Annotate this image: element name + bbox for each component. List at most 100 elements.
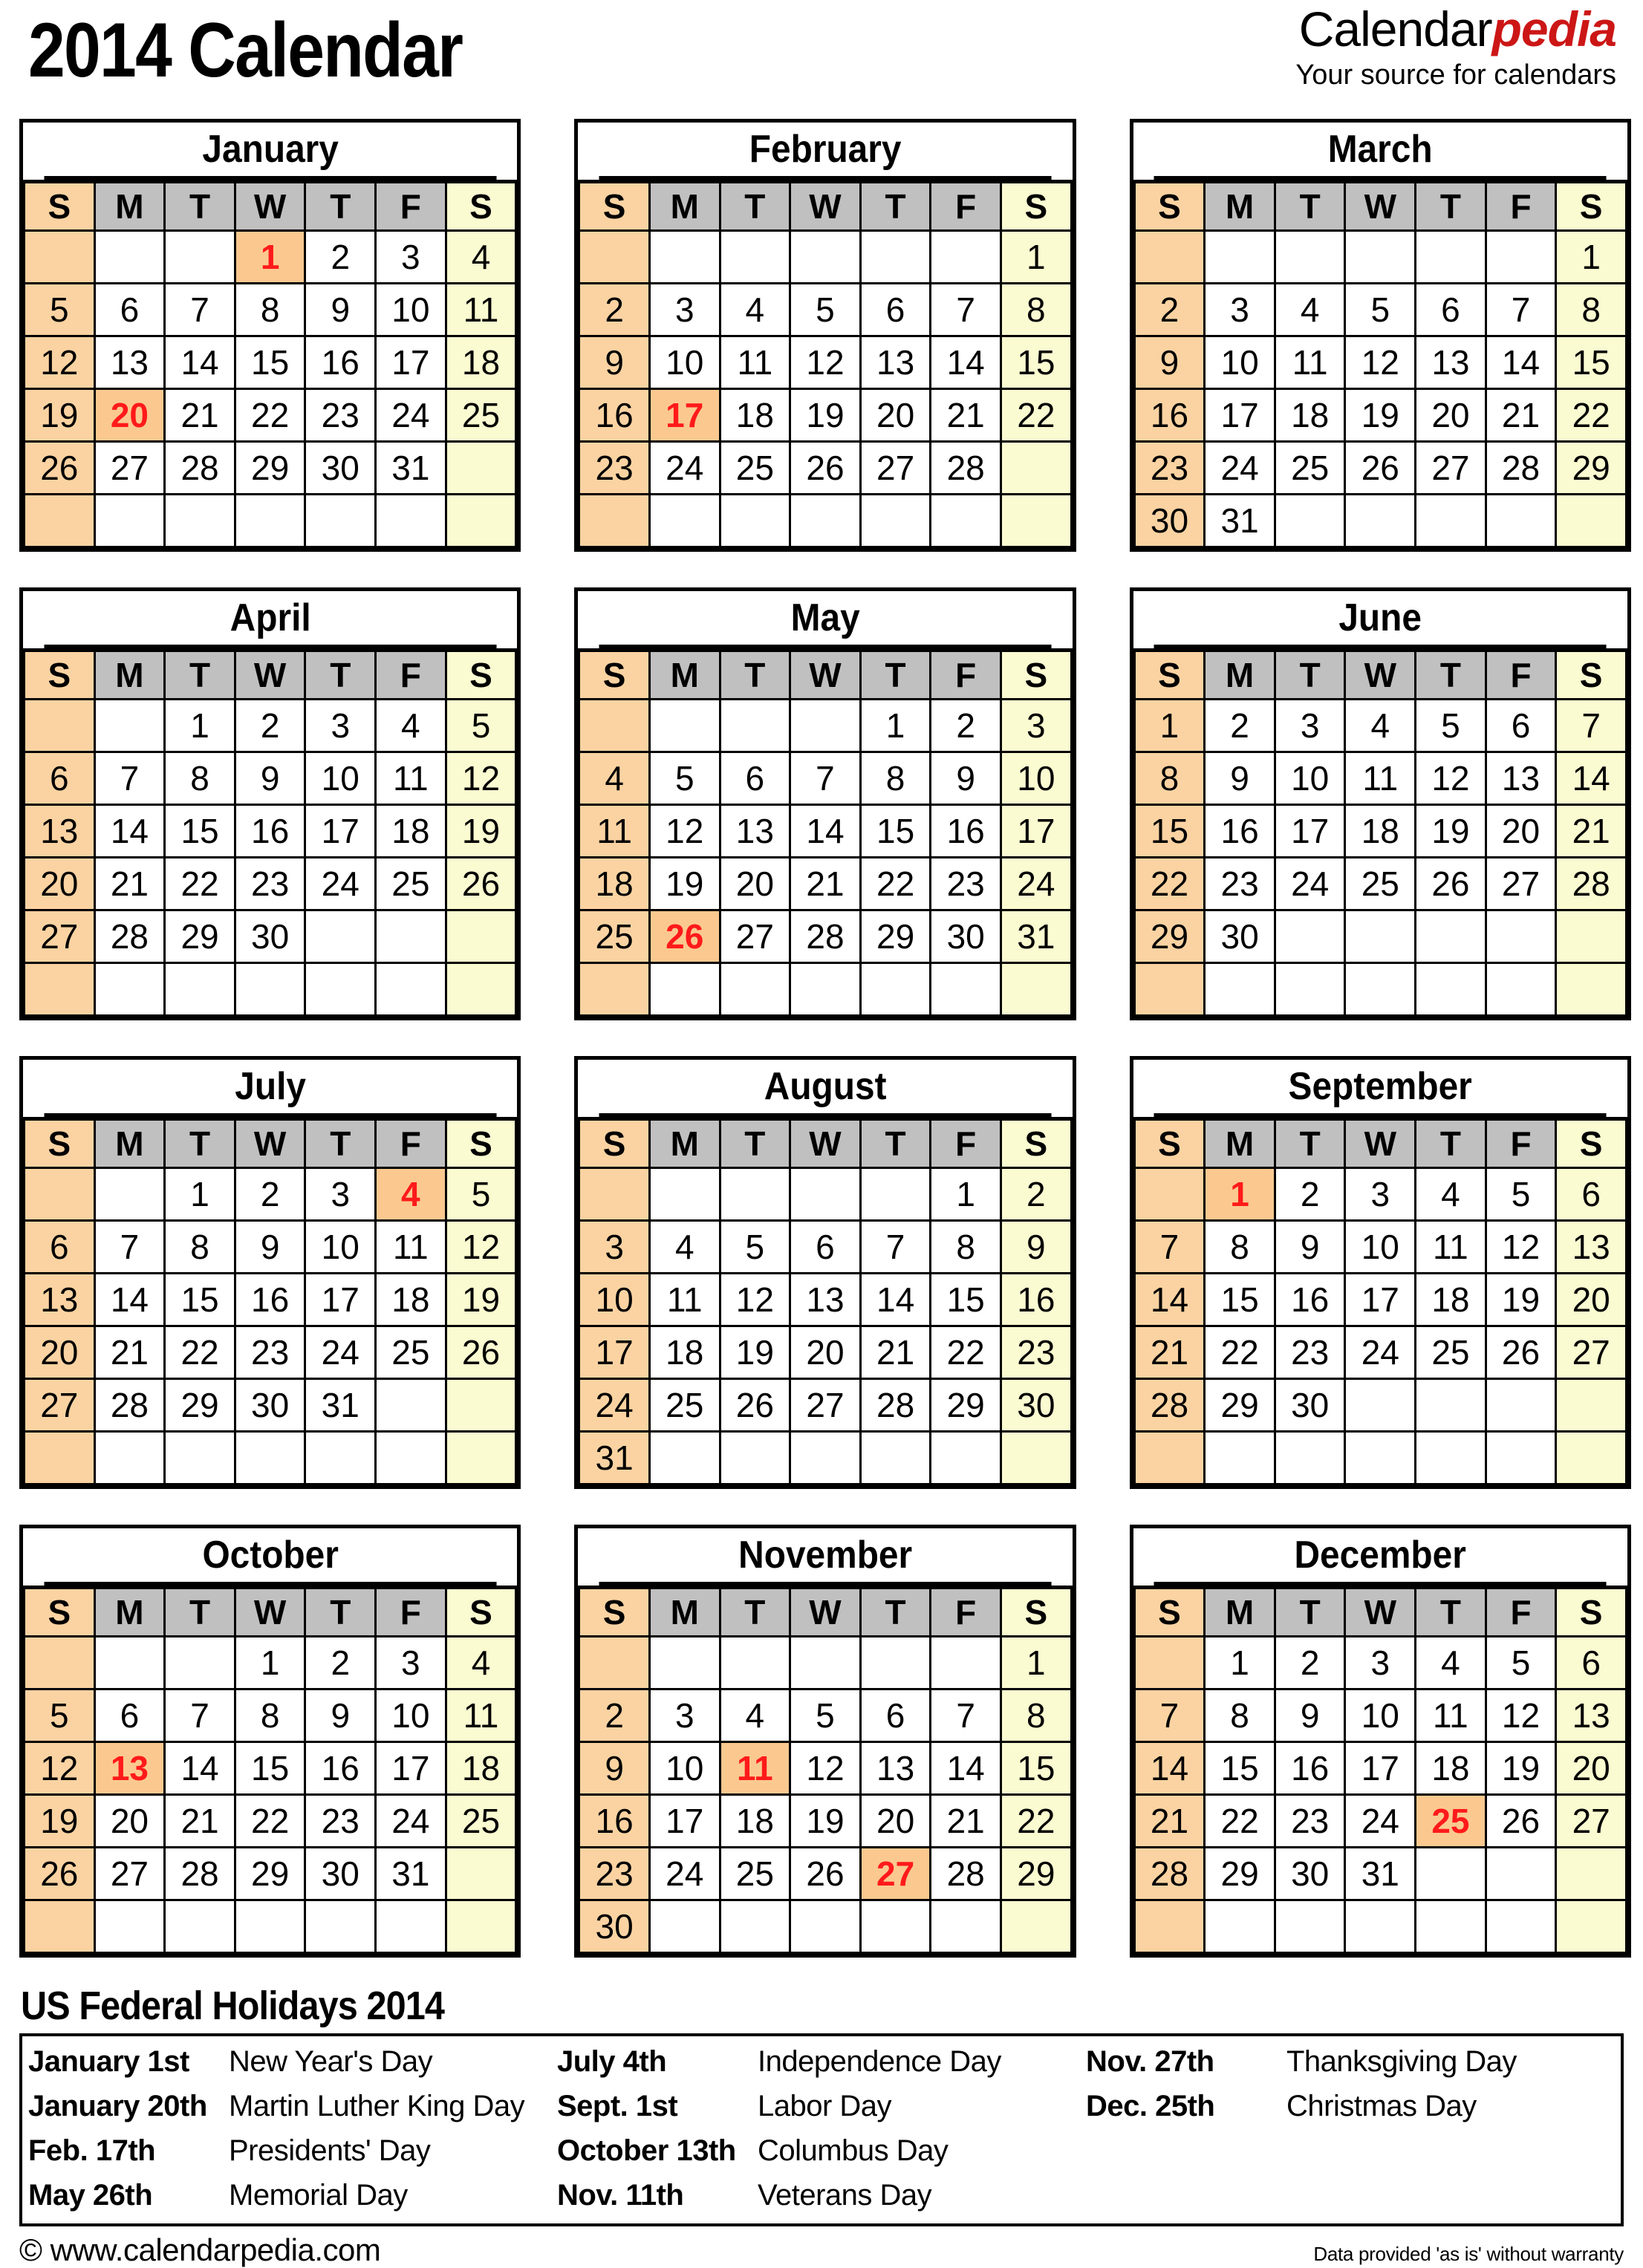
day-cell: 6: [1484, 698, 1558, 753]
day-cell: 1: [233, 1635, 307, 1690]
day-cell: 16: [1273, 1272, 1347, 1327]
day-cell: 21: [929, 388, 1002, 443]
day-cell: 17: [304, 804, 377, 858]
day-of-week-header: F: [1484, 1118, 1558, 1169]
day-cell: 9: [304, 282, 377, 337]
day-cell: 25: [374, 1325, 447, 1380]
day-cell: 5: [444, 1167, 518, 1222]
day-cell: 18: [374, 1272, 447, 1327]
day-cell: 31: [999, 909, 1073, 964]
day-of-week-header: T: [163, 649, 236, 700]
day-cell-empty: [304, 909, 377, 964]
day-of-week-header: T: [163, 1118, 236, 1169]
day-cell: 22: [1133, 856, 1206, 911]
day-cell: 18: [374, 804, 447, 858]
month-title: November: [599, 1528, 1052, 1586]
day-cell: 15: [233, 1741, 307, 1796]
day-cell: 8: [163, 751, 236, 806]
month-title: February: [599, 123, 1052, 180]
week-row: 27 28 29 30: [23, 909, 518, 964]
day-cell: 30: [578, 1899, 651, 1954]
day-of-week-header: T: [859, 1586, 932, 1638]
day-cell-empty: [648, 229, 721, 284]
month-title: October: [43, 1528, 497, 1586]
day-cell: 4: [374, 1167, 447, 1222]
day-of-week-header-row: SMTWTFS: [23, 1586, 518, 1638]
holiday-date: May 26th: [28, 2178, 153, 2212]
day-cell: 28: [1555, 856, 1627, 911]
holiday-columns: January 1st New Year's Day January 20th Mar…: [28, 2039, 1615, 2218]
day-cell: 14: [1555, 751, 1627, 806]
day-cell: 21: [1484, 388, 1558, 443]
day-of-week-header: S: [444, 1586, 518, 1638]
day-cell-empty: [859, 962, 932, 1017]
day-cell: 30: [233, 1378, 307, 1433]
day-cell: 20: [789, 1325, 862, 1380]
day-cell: 5: [648, 751, 721, 806]
day-cell: 6: [859, 1688, 932, 1743]
day-cell: 2: [1203, 698, 1276, 753]
day-cell: 4: [578, 751, 651, 806]
day-of-week-header: T: [163, 180, 236, 232]
week-row: 12345: [23, 698, 518, 753]
week-row: 16 17 18 19 20 21 22: [578, 1793, 1073, 1848]
day-cell: 3: [1344, 1635, 1417, 1690]
day-cell-empty: [23, 698, 96, 753]
day-cell-empty: [648, 698, 721, 753]
week-row: 5 6 7 8 9 10 11: [23, 1688, 518, 1743]
day-of-week-header: W: [1344, 1586, 1417, 1638]
day-cell: 18: [444, 1741, 518, 1796]
day-cell: 30: [304, 440, 377, 495]
day-cell-empty: [23, 1167, 96, 1222]
day-cell-empty: [23, 1635, 96, 1690]
day-of-week-header: T: [1414, 180, 1487, 232]
day-cell: 9: [1273, 1219, 1347, 1274]
day-cell: 21: [163, 1793, 236, 1848]
month-block-july: July S M T W T F S 1 2 3 4 5 6 7 8 9 10 11 12 13 14 15 16 17 18 19…: [19, 1056, 521, 1489]
day-cell: 26: [23, 1846, 96, 1901]
day-cell: 5: [1414, 698, 1487, 753]
day-cell-empty: [1133, 1899, 1206, 1954]
day-cell-empty: [1555, 1430, 1627, 1485]
day-of-week-header: F: [1484, 1586, 1558, 1638]
day-cell: 31: [374, 440, 447, 495]
day-cell: 15: [859, 804, 932, 858]
day-cell: 24: [304, 1325, 377, 1380]
day-cell: 28: [929, 1846, 1002, 1901]
day-cell: 25: [374, 856, 447, 911]
day-cell: 9: [1273, 1688, 1347, 1743]
footer-holidays-section: US Federal Holidays 2014 January 1st New …: [19, 1983, 1624, 2268]
day-of-week-header: S: [578, 1586, 651, 1638]
day-cell-empty: [718, 1430, 792, 1485]
week-row: [578, 493, 1073, 548]
week-row: 2345678: [578, 282, 1073, 337]
day-cell: 24: [374, 388, 447, 443]
day-cell-empty: [444, 1846, 518, 1901]
day-cell: 3: [999, 698, 1073, 753]
day-of-week-header-row: SMTWTFS: [23, 1118, 518, 1169]
day-cell: 2: [578, 282, 651, 337]
day-cell: 27: [1555, 1793, 1627, 1848]
day-cell: 21: [1555, 804, 1627, 858]
month-block-june: June S M T W T F S 1 2 3 4 5 6 7 8 9 10 11 12 13 14 15 16 17 18 19…: [1129, 587, 1631, 1020]
day-cell-empty: [374, 1899, 447, 1954]
day-cell: 28: [859, 1378, 932, 1433]
day-of-week-header: S: [1133, 1118, 1206, 1169]
day-of-week-header-row: SMTWTFS: [578, 1118, 1073, 1169]
day-cell-empty: [999, 440, 1073, 495]
day-cell: 29: [1555, 440, 1627, 495]
day-cell-empty: [1344, 909, 1417, 964]
day-cell-empty: [789, 962, 862, 1017]
week-row: [1133, 962, 1627, 1017]
day-cell: 19: [23, 388, 96, 443]
day-cell-empty: [789, 1167, 862, 1222]
day-cell: 2: [233, 1167, 307, 1222]
day-cell-empty: [929, 962, 1002, 1017]
day-cell-empty: [859, 229, 932, 284]
day-cell: 15: [929, 1272, 1002, 1327]
day-cell: 30: [1203, 909, 1276, 964]
day-of-week-header: F: [374, 1586, 447, 1638]
month-block-february: February S M T W T F S 1 2 3 4 5 6 7 8 9 10 11 12 13 14 15 16 17…: [574, 119, 1076, 552]
day-cell-empty: [929, 1899, 1002, 1954]
day-cell: 18: [1273, 388, 1347, 443]
